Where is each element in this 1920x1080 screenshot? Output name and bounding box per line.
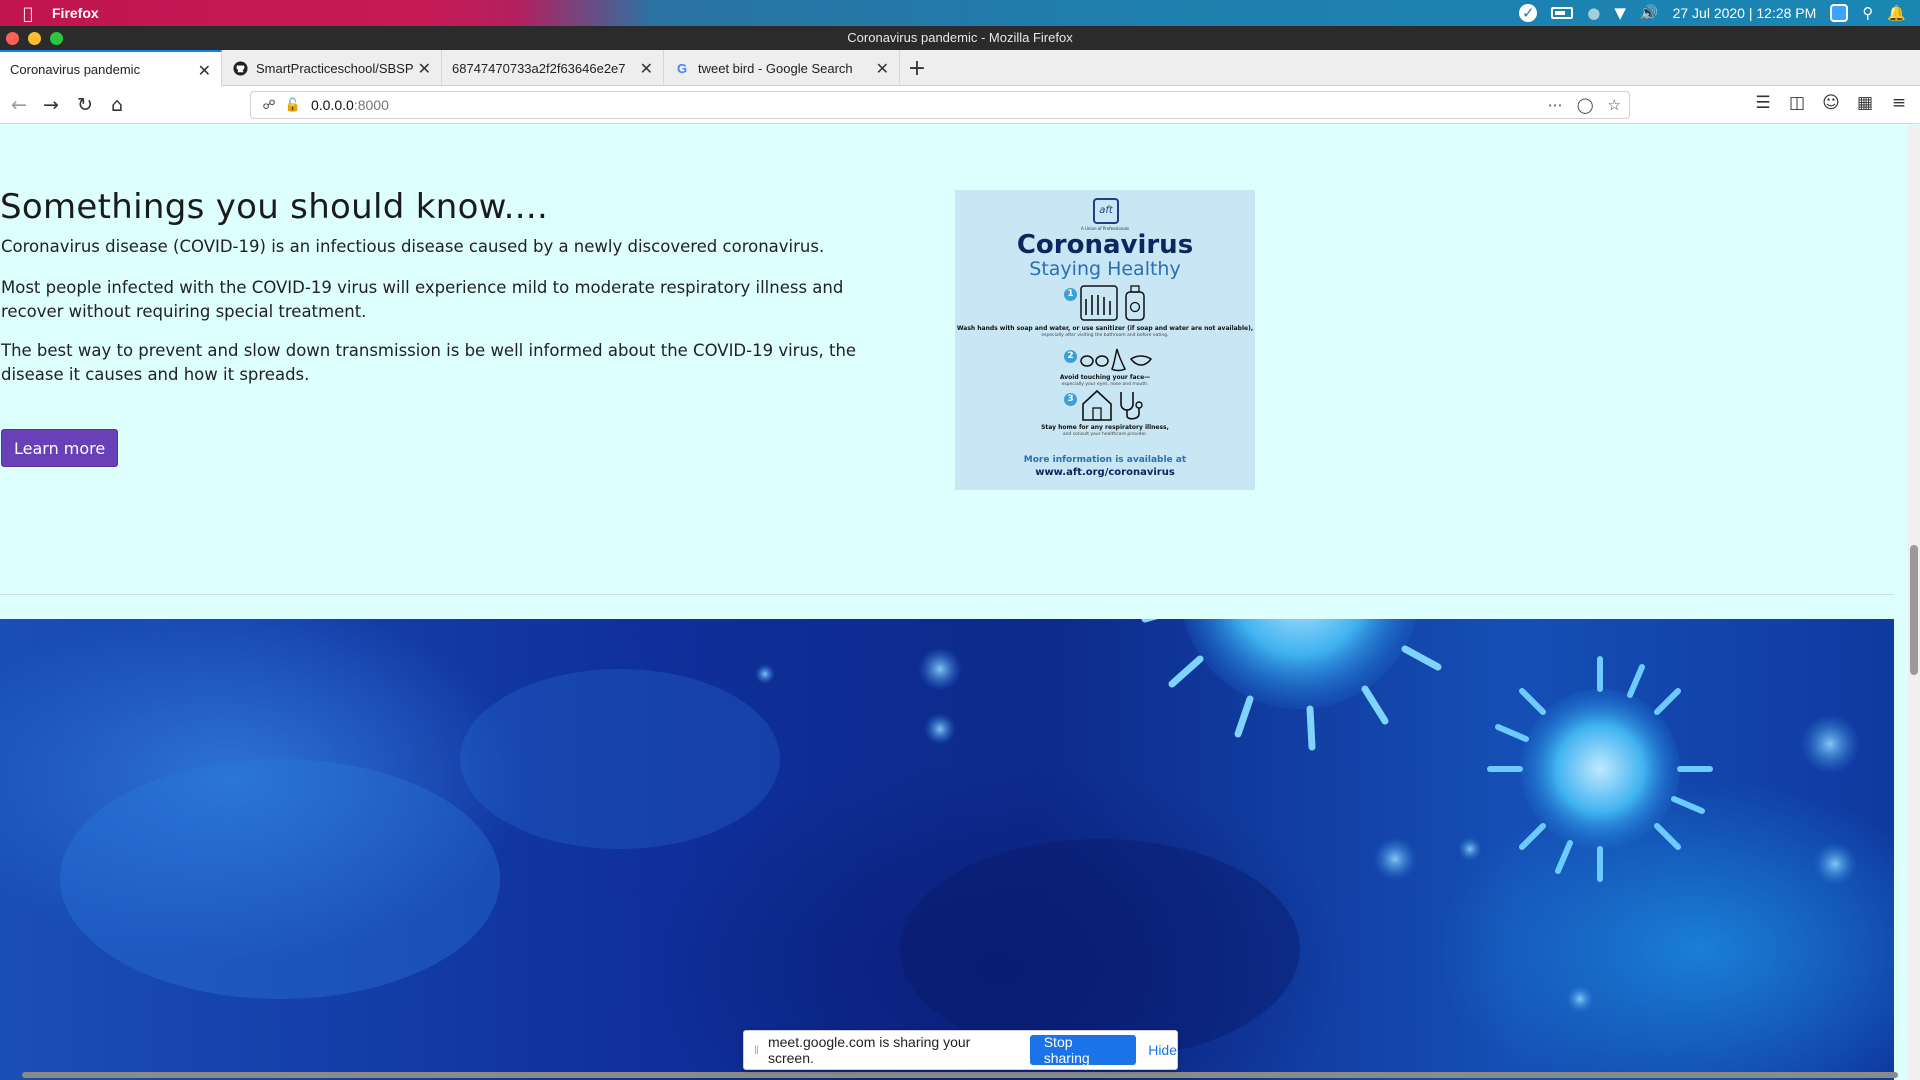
navigation-toolbar: ← → ↻ ⌂ ☍ 🔓 0.0.0.0:8000 ⋯ ◯ ☆ ☰ ◫ ☺ ▦ ≡ <box>0 86 1920 124</box>
tab-github-repo[interactable]: SmartPracticeschool/SBSP ✕ <box>222 50 442 86</box>
staying-healthy-poster: aft A Union of Professionals Coronavirus… <box>955 190 1255 490</box>
address-bar[interactable]: ☍ 🔓 0.0.0.0:8000 ⋯ ◯ ☆ <box>250 91 1630 119</box>
step-text: Stay home for any respiratory illness, a… <box>955 424 1255 438</box>
tab-google-search[interactable]: G tweet bird - Google Search ✕ <box>664 50 900 86</box>
horizontal-scrollbar-thumb[interactable] <box>22 1072 1898 1078</box>
battery-icon[interactable] <box>1551 7 1574 19</box>
intro-paragraph: Coronavirus disease (COVID-19) is an inf… <box>1 237 825 256</box>
tab-label: 68747470733a2f2f63646e2e7 <box>452 60 626 76</box>
library-icon[interactable]: ☰ <box>1752 93 1774 113</box>
poster-subtitle: Staying Healthy <box>1029 258 1181 280</box>
bookmark-star-icon[interactable]: ☆ <box>1608 96 1621 114</box>
step-main-text: Stay home for any respiratory illness, <box>1041 424 1169 431</box>
stop-sharing-button[interactable]: Stop sharing <box>1029 1034 1137 1066</box>
toolbar-right: ☰ ◫ ☺ ▦ ≡ <box>1752 93 1920 113</box>
screen-sharing-bar: ‖ meet.google.com is sharing your screen… <box>743 1030 1178 1070</box>
github-icon <box>232 60 248 76</box>
close-tab-icon[interactable]: ✕ <box>418 59 431 79</box>
google-icon: G <box>676 60 688 76</box>
url-port: :8000 <box>353 97 389 113</box>
coronavirus-hero-image <box>0 619 1894 1080</box>
status-area: ✓ ● ▼ 🔊 27 Jul 2020 | 12:28 PM ⚲ 🔔 <box>1519 0 1906 26</box>
shield-icon[interactable]: ☍ <box>259 98 279 113</box>
tab-label: Coronavirus pandemic <box>10 61 141 77</box>
poster-url: www.aft.org/coronavirus <box>1035 467 1175 478</box>
section-divider <box>0 594 1894 595</box>
poster-title: Coronavirus <box>1016 230 1194 260</box>
vertical-scrollbar-thumb[interactable] <box>1910 545 1918 675</box>
vertical-scrollbar[interactable] <box>1908 125 1920 1080</box>
close-tab-icon[interactable]: ✕ <box>198 61 211 81</box>
step-detail-text: and consult your healthcare provider. <box>1062 432 1148 437</box>
sidebar-icon[interactable]: ◫ <box>1786 93 1808 113</box>
drag-handle-icon[interactable]: ‖ <box>754 1043 762 1057</box>
maximize-window-button[interactable] <box>50 32 63 45</box>
insecure-lock-icon[interactable]: 🔓 <box>283 98 303 113</box>
url-host: 0.0.0.0 <box>311 97 354 113</box>
tab-label: SmartPracticeschool/SBSP <box>256 60 414 76</box>
page-actions-menu-icon[interactable]: ⋯ <box>1548 96 1563 114</box>
close-tab-icon[interactable]: ✕ <box>640 59 653 79</box>
url-text[interactable]: 0.0.0.0:8000 <box>311 97 389 113</box>
reload-icon[interactable]: ↻ <box>72 93 98 117</box>
step-detail-text: especially after visiting the bathroom a… <box>1041 333 1169 338</box>
window-controls <box>6 32 63 45</box>
step-number: 2 <box>1064 350 1077 363</box>
window-title: Coronavirus pandemic - Mozilla Firefox <box>847 30 1073 45</box>
tab-strip: Coronavirus pandemic ✕ SmartPracticescho… <box>0 50 1920 86</box>
system-clock[interactable]: 27 Jul 2020 | 12:28 PM <box>1673 5 1817 21</box>
microphone-icon[interactable]: ● <box>1587 4 1600 22</box>
window-title-bar: Coronavirus pandemic - Mozilla Firefox <box>0 26 1920 50</box>
sharing-message: meet.google.com is sharing your screen. <box>767 1034 971 1066</box>
close-tab-icon[interactable]: ✕ <box>876 59 889 79</box>
forward-arrow-icon[interactable]: → <box>38 93 64 117</box>
prevention-paragraph: The best way to prevent and slow down tr… <box>1 341 857 384</box>
close-window-button[interactable] <box>6 32 19 45</box>
home-stethoscope-icon <box>1082 389 1143 421</box>
step-main-text: Avoid touching your face— <box>1059 374 1151 381</box>
system-menu-bar:  Firefox ✓ ● ▼ 🔊 27 Jul 2020 | 12:28 PM… <box>0 0 1920 26</box>
virus-particles-illustration <box>60 619 1860 1059</box>
extensions-icon[interactable]: ▦ <box>1854 93 1876 113</box>
account-icon[interactable]: ☺ <box>1820 93 1842 113</box>
step-text: Wash hands with soap and water, or use s… <box>955 325 1255 339</box>
step-text: Avoid touching your face— especially you… <box>955 374 1255 388</box>
new-tab-button[interactable]: + <box>900 50 934 86</box>
step-number: 1 <box>1064 288 1077 301</box>
minimize-window-button[interactable] <box>28 32 41 45</box>
symptoms-paragraph: Most people infected with the COVID-19 v… <box>1 278 844 321</box>
face-parts-icon <box>1080 348 1153 372</box>
hamburger-menu-icon[interactable]: ≡ <box>1888 93 1910 113</box>
tab-hex-file[interactable]: 68747470733a2f2f63646e2e7 ✕ <box>442 50 664 86</box>
notifications-icon[interactable]: 🔔 <box>1887 4 1906 22</box>
app-status-icon[interactable] <box>1830 4 1849 22</box>
page-viewport: Somethings you should know.... Coronavir… <box>0 125 1908 1080</box>
check-icon[interactable]: ✓ <box>1519 4 1538 22</box>
poster-more-info: More information is available at <box>1023 455 1187 465</box>
step-detail-text: especially your eyes, nose and mouth. <box>1061 382 1149 387</box>
step-main-text: Wash hands with soap and water, or use s… <box>956 325 1254 332</box>
apple-icon[interactable]:  <box>18 4 38 23</box>
horizontal-scrollbar[interactable] <box>0 1070 1908 1080</box>
back-arrow-icon[interactable]: ← <box>6 93 32 117</box>
wifi-icon[interactable]: ▼ <box>1614 4 1626 22</box>
aft-logo: aft <box>1093 198 1119 224</box>
tab-label: tweet bird - Google Search <box>698 60 853 76</box>
app-menu-firefox[interactable]: Firefox <box>52 5 99 21</box>
learn-more-button[interactable]: Learn more <box>1 429 119 467</box>
tab-coronavirus-pandemic[interactable]: Coronavirus pandemic ✕ <box>0 50 222 86</box>
address-bar-actions: ⋯ ◯ ☆ <box>1548 96 1621 114</box>
home-icon[interactable]: ⌂ <box>104 93 130 117</box>
volume-icon[interactable]: 🔊 <box>1640 4 1659 22</box>
spotlight-search-icon[interactable]: ⚲ <box>1862 4 1873 22</box>
step-number: 3 <box>1064 393 1077 406</box>
section-heading: Somethings you should know.... <box>0 187 549 227</box>
handwashing-icon <box>1080 285 1145 321</box>
pocket-icon[interactable]: ◯ <box>1577 96 1594 114</box>
hide-sharing-bar-button[interactable]: Hide <box>1148 1042 1177 1058</box>
